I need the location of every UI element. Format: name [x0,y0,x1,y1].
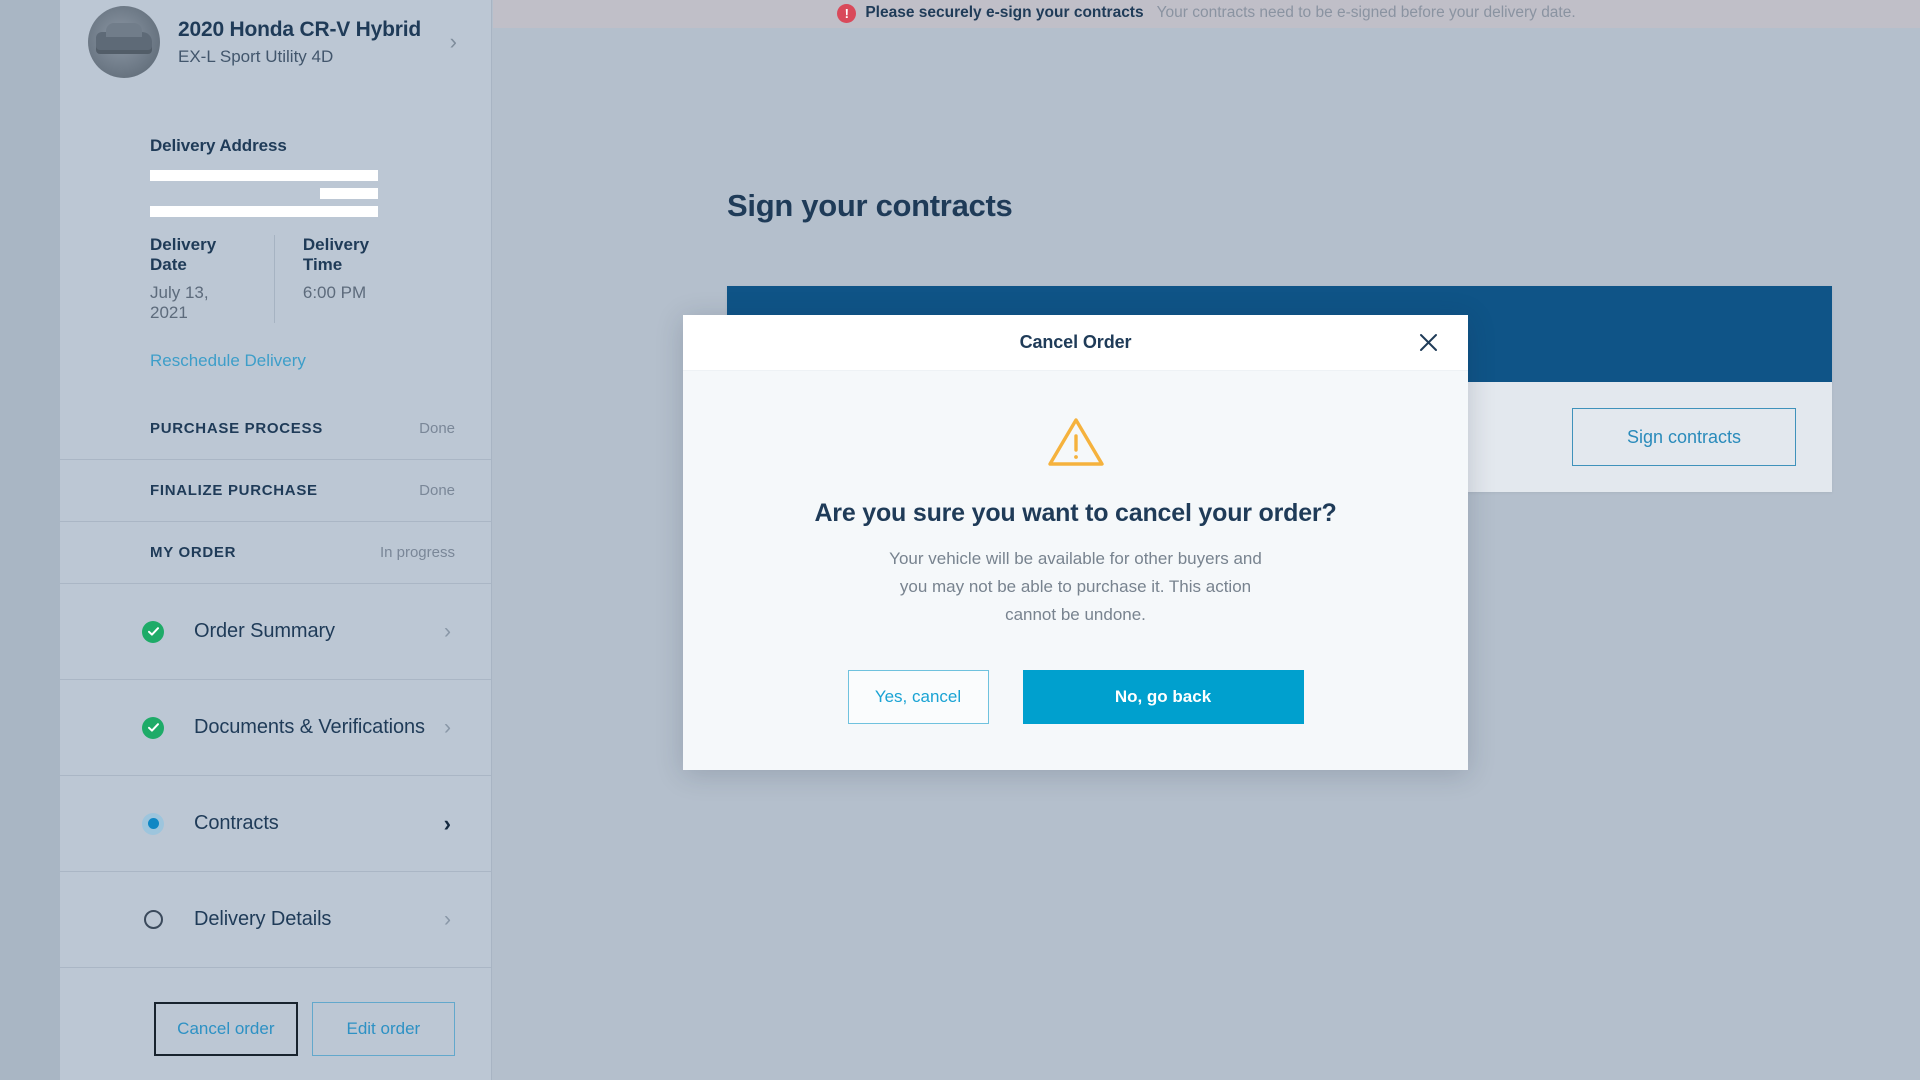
sidebar-item-label: Contracts [194,812,279,834]
order-sidebar: 2020 Honda CR-V Hybrid EX-L Sport Utilit… [60,0,492,1080]
modal-body: Are you sure you want to cancel your ord… [683,371,1468,724]
vehicle-title: 2020 Honda CR-V Hybrid [178,17,421,41]
vehicle-thumbnail-icon [88,6,160,78]
status-icon-wrap [142,812,164,835]
sidebar-item-order-summary[interactable]: Order Summary › [60,583,491,679]
sign-contracts-button[interactable]: Sign contracts [1572,408,1796,466]
confirm-cancel-button[interactable]: Yes, cancel [847,669,989,724]
delivery-time-value: 6:00 PM [302,283,367,302]
section-status: Done [419,482,455,499]
sidebar-item-label: Delivery Details [194,908,332,930]
vehicle-info: 2020 Honda CR-V Hybrid EX-L Sport Utilit… [178,17,421,68]
current-step-icon [142,812,164,835]
section-finalize-purchase: FINALIZE PURCHASE Done [60,459,491,521]
check-circle-icon [142,716,164,739]
sidebar-action-buttons: Cancel order Edit order [60,967,491,1056]
redacted-gap [150,188,320,199]
edit-order-button[interactable]: Edit order [311,1002,455,1056]
status-icon-wrap [142,909,164,931]
left-rail [0,0,60,1080]
app-root: 2020 Honda CR-V Hybrid EX-L Sport Utilit… [0,0,1920,1080]
reschedule-delivery-link[interactable]: Reschedule Delivery [60,323,491,371]
redacted-line [150,206,378,217]
section-my-order: MY ORDER In progress [60,521,491,583]
chevron-right-icon[interactable]: › [450,29,457,55]
sidebar-item-label: Order Summary [194,620,335,642]
warning-triangle-icon [683,415,1468,469]
section-status: Done [419,420,455,437]
section-title: MY ORDER [150,544,237,561]
sidebar-item-contracts[interactable]: Contracts › [60,775,491,871]
chevron-right-icon[interactable]: › [444,908,451,932]
delivery-address-label: Delivery Address [150,136,287,155]
alert-description: Your contracts need to be e-signed befor… [1156,4,1576,21]
exclamation-circle-icon: ! [837,3,857,23]
redacted-line [150,170,378,181]
delivery-time-col: Delivery Time 6:00 PM [273,235,401,323]
cancel-order-button[interactable]: Cancel order [154,1002,298,1056]
vehicle-card[interactable]: 2020 Honda CR-V Hybrid EX-L Sport Utilit… [60,0,491,84]
section-status: In progress [379,544,455,561]
sidebar-item-label: Documents & Verifications [194,716,425,738]
sidebar-item-delivery-details[interactable]: Delivery Details › [60,871,491,967]
page-title: Sign your contracts [727,188,1013,223]
empty-circle-icon [143,910,163,929]
status-icon-wrap [142,620,164,643]
delivery-time-label: Delivery Time [302,235,370,274]
dismiss-modal-button[interactable]: No, go back [1022,669,1304,724]
vehicle-subtitle: EX-L Sport Utility 4D [178,46,334,66]
modal-header: Cancel Order [683,315,1468,371]
modal-description: Your vehicle will be available for other… [889,549,1262,625]
section-purchase-process: PURCHASE PROCESS Done [60,397,491,459]
modal-title: Cancel Order [1019,332,1132,352]
section-title: PURCHASE PROCESS [150,420,323,437]
modal-actions: Yes, cancel No, go back [683,669,1468,724]
chevron-right-icon[interactable]: › [444,716,451,740]
section-title: FINALIZE PURCHASE [150,482,318,499]
alert-headline: Please securely e-sign your contracts [865,4,1144,21]
close-icon[interactable] [1414,329,1442,357]
redacted-line [150,188,378,199]
cancel-order-modal: Cancel Order Are you sure you want to ca… [683,315,1468,770]
delivery-address-redacted [150,170,380,217]
modal-question: Are you sure you want to cancel your ord… [814,499,1337,527]
sidebar-item-documents-verifications[interactable]: Documents & Verifications › [60,679,491,775]
delivery-date-value: July 13, 2021 [150,283,209,322]
esign-alert-bar: ! Please securely e-sign your contracts … [493,0,1920,28]
delivery-date-col: Delivery Date July 13, 2021 [150,235,274,323]
status-icon-wrap [142,716,164,739]
delivery-date-label: Delivery Date [150,235,217,274]
delivery-datetime: Delivery Date July 13, 2021 Delivery Tim… [60,235,491,323]
chevron-right-icon[interactable]: › [444,811,451,837]
chevron-right-icon[interactable]: › [444,620,451,644]
check-circle-icon [142,620,164,643]
delivery-address-block: Delivery Address [60,84,491,217]
